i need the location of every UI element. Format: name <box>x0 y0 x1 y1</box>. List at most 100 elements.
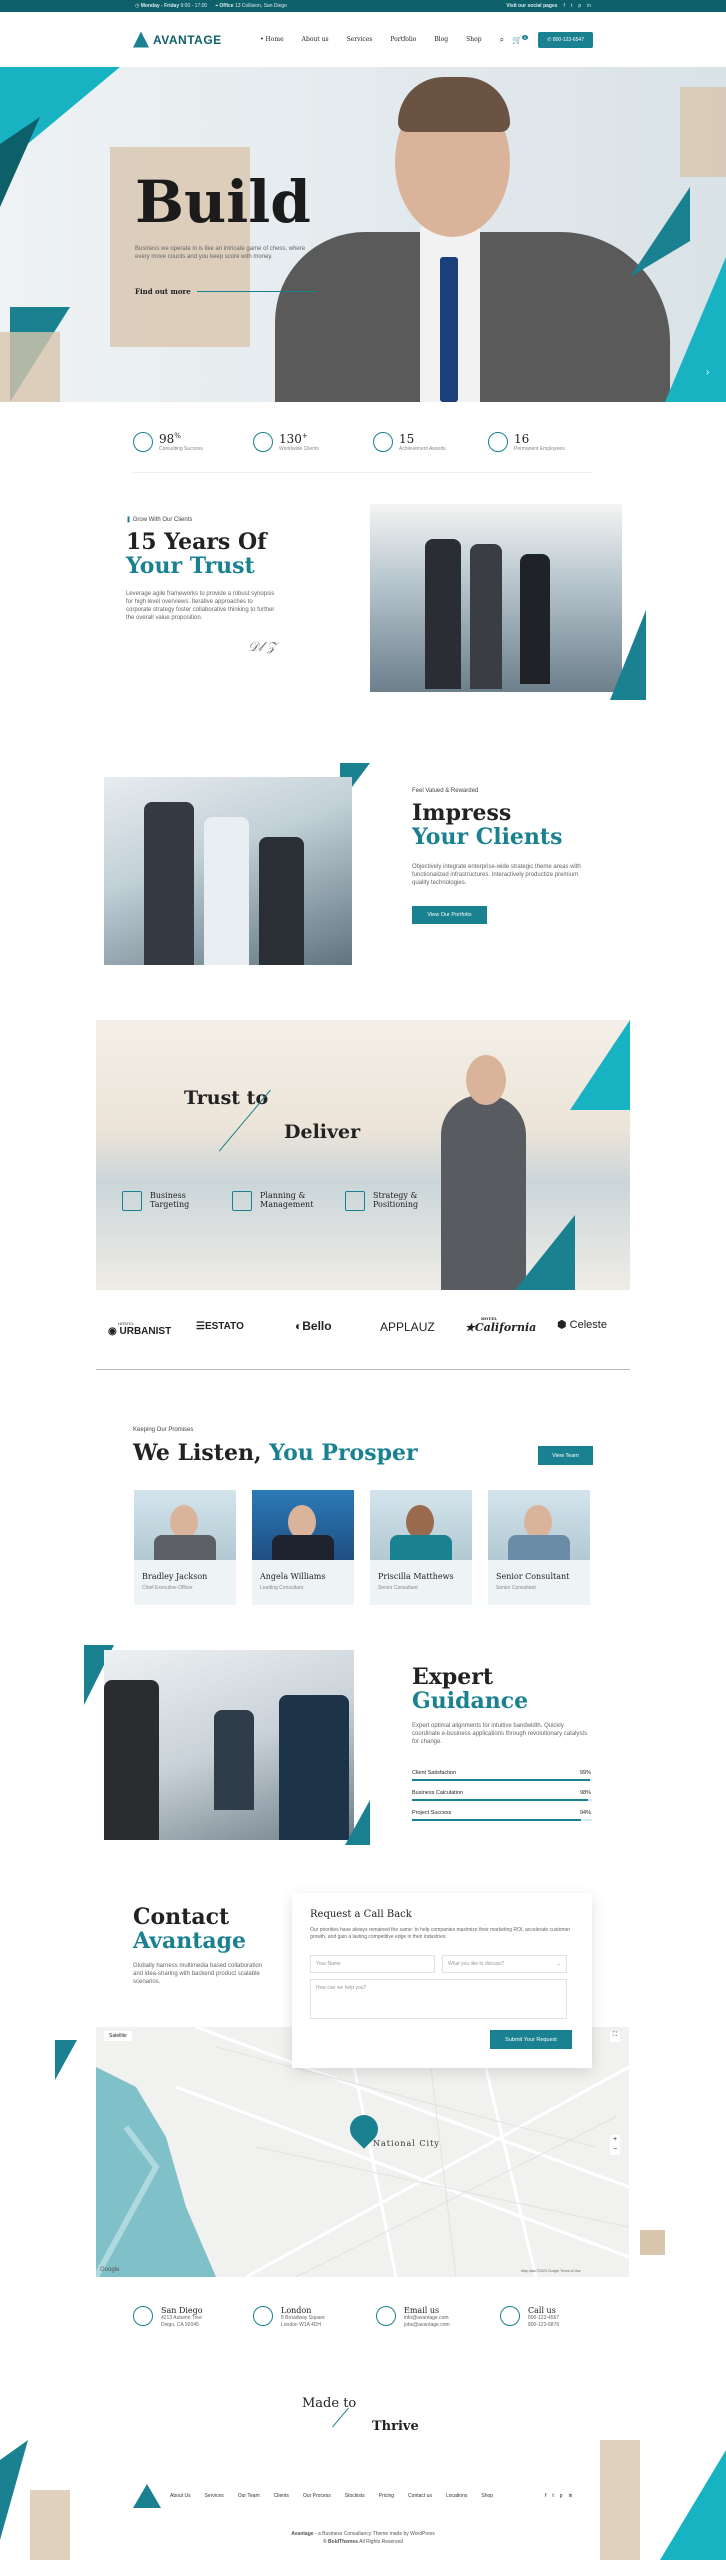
strategy-icon <box>345 1191 365 1211</box>
cart-icon[interactable]: 🛒 0 <box>512 34 529 45</box>
phone-icon <box>500 2306 520 2326</box>
google-logo: Google <box>100 2267 120 2273</box>
contact-item: San Diego 4213 Autumn Tree Diego, CA 92045 <box>133 2306 203 2329</box>
contact-item: Email us info@avantage.com jobs@avantage.c… <box>376 2306 450 2329</box>
view-team-button[interactable]: View Team <box>538 1446 593 1465</box>
map-satellite-tab[interactable]: Satellite <box>104 2031 132 2041</box>
twitter-icon[interactable]: t <box>552 2493 553 2499</box>
twitter-icon[interactable]: t <box>571 3 572 9</box>
form-text: Our priorities have always remained the … <box>310 1927 571 1940</box>
trust-text: Leverage agile frameworks to provide a r… <box>126 591 275 621</box>
phone-button[interactable]: ✆ 800-123-6547 <box>538 31 593 48</box>
footer-nav: About Us Services Our Team Clients Our P… <box>170 2493 493 2499</box>
guidance-title: Expert Guidance <box>412 1664 529 1714</box>
logo[interactable]: AVANTAGE <box>133 31 222 48</box>
footer-logo-icon[interactable] <box>133 2484 161 2508</box>
bar-value: 99% <box>580 1770 592 1776</box>
bar-value: 94% <box>580 1810 592 1816</box>
office-label: Office <box>219 3 234 9</box>
thrive-text: Thrive <box>372 2419 419 2434</box>
stat-item: 15 Achievement Awards <box>373 432 446 452</box>
linkedin-icon[interactable]: in <box>569 2493 573 2499</box>
name-field[interactable]: Your Name <box>310 1955 435 1973</box>
contact-title: Contact Avantage <box>133 1904 247 1954</box>
footer-link[interactable]: Our Process <box>303 2493 331 2499</box>
trust-title: 15 Years Of Your Trust <box>126 529 267 579</box>
linkedin-icon[interactable]: in <box>587 3 591 9</box>
impress-kicker: Feel Valued & Rewarded <box>412 788 479 794</box>
main-nav: • Home About us Services Portfolio Blog … <box>260 36 481 43</box>
footer-link[interactable]: Stockists <box>345 2493 365 2499</box>
team-card[interactable]: Priscilla Matthews Senior Consultant <box>370 1490 472 1605</box>
nav-shop[interactable]: Shop <box>466 36 481 43</box>
footer-shape <box>30 2490 70 2560</box>
progress-bar-fill <box>412 1819 582 1821</box>
footer-link[interactable]: Our Team <box>238 2493 260 2499</box>
hours: 9:00 - 17:00 <box>180 3 208 9</box>
photo-person <box>441 1095 526 1290</box>
nav-about[interactable]: About us <box>302 36 329 43</box>
social-text: Visit our social pages <box>506 3 558 9</box>
hero-shape <box>680 87 726 177</box>
pinterest-icon[interactable]: p <box>578 3 581 9</box>
client-logo-urbanist: HOSTEL ◉ URBANIST <box>108 1321 172 1337</box>
callback-form: Request a Call Back Our priorities have … <box>292 1893 592 2068</box>
footer-link[interactable]: Pricing <box>379 2493 394 2499</box>
fullscreen-icon[interactable]: ⛶ <box>610 2032 620 2042</box>
deliver-word2: Deliver <box>284 1121 361 1143</box>
deliver-item: Planning & Management <box>232 1191 313 1211</box>
photo-person <box>259 837 304 965</box>
hero: Build Business we operate in is like an … <box>0 67 726 402</box>
contact-text: Globally harness multimedia based collab… <box>133 1963 263 1985</box>
stat-item: 130+ Worldwide Clients <box>253 432 319 452</box>
hero-shape <box>0 332 60 402</box>
trophy-icon <box>373 432 393 452</box>
team-card[interactable]: Senior Consultant Senior Consultant <box>488 1490 590 1605</box>
message-field[interactable]: How can we help you? <box>310 1979 567 2019</box>
target-icon <box>122 1191 142 1211</box>
photo-person <box>279 1695 349 1840</box>
stat-item: 98% Consulting Success <box>133 432 203 452</box>
pinterest-icon[interactable]: p <box>560 2493 563 2499</box>
topic-select[interactable]: What you like to discuss? ⌄ <box>442 1955 567 1973</box>
team-icon <box>488 432 508 452</box>
footer-link[interactable]: Locations <box>446 2493 467 2499</box>
footer-link[interactable]: About Us <box>170 2493 191 2499</box>
map-zoom-controls[interactable]: + − <box>610 2135 620 2155</box>
footer-link[interactable]: Contact us <box>408 2493 432 2499</box>
view-portfolio-button[interactable]: View Our Portfolio <box>412 906 487 924</box>
facebook-icon[interactable]: f <box>564 3 565 9</box>
client-logo-celeste: ⬢ Celeste <box>557 1319 607 1331</box>
hero-link[interactable]: Find out more <box>135 287 317 296</box>
photo-person <box>204 817 249 965</box>
nav-portfolio[interactable]: Portfolio <box>390 36 416 43</box>
map-city-label: National City <box>373 2139 440 2148</box>
footer-link[interactable]: Services <box>205 2493 224 2499</box>
planning-icon <box>232 1191 252 1211</box>
contact-item: Call us 800-123-4567 800-123-6876 <box>500 2306 559 2329</box>
nav-home[interactable]: • Home <box>260 36 284 43</box>
bar-label: Project Success <box>412 1810 452 1816</box>
divider <box>133 472 593 473</box>
client-logo-applauz: APPLAUZ <box>380 1320 435 1334</box>
team-card[interactable]: Bradley Jackson Chief Executive Officer <box>134 1490 236 1605</box>
deliver-item: Strategy & Positioning <box>345 1191 418 1211</box>
footer-link[interactable]: Clients <box>274 2493 289 2499</box>
nav-blog[interactable]: Blog <box>434 36 448 43</box>
facebook-icon[interactable]: f <box>545 2493 546 2499</box>
target-icon <box>133 432 153 452</box>
photo-person <box>104 1680 159 1840</box>
slider-next-icon[interactable]: › <box>706 367 709 378</box>
trust-kicker: ❚ Grow With Our Clients <box>126 517 193 523</box>
team-card[interactable]: Angela Williams Leading Consultant <box>252 1490 354 1605</box>
submit-request-button[interactable]: Submit Your Request <box>490 2030 572 2049</box>
impress-text: Objectively integrate enterprise-wide st… <box>412 864 581 886</box>
progress-bar-fill <box>412 1779 591 1781</box>
form-title: Request a Call Back <box>310 1909 412 1920</box>
hero-text: Business we operate in is like an intric… <box>135 246 306 260</box>
search-icon[interactable]: ⌕ <box>500 35 504 45</box>
footer-shape <box>0 2440 28 2540</box>
divider <box>96 1369 630 1370</box>
nav-services[interactable]: Services <box>347 36 373 43</box>
footer-link[interactable]: Shop <box>481 2493 493 2499</box>
